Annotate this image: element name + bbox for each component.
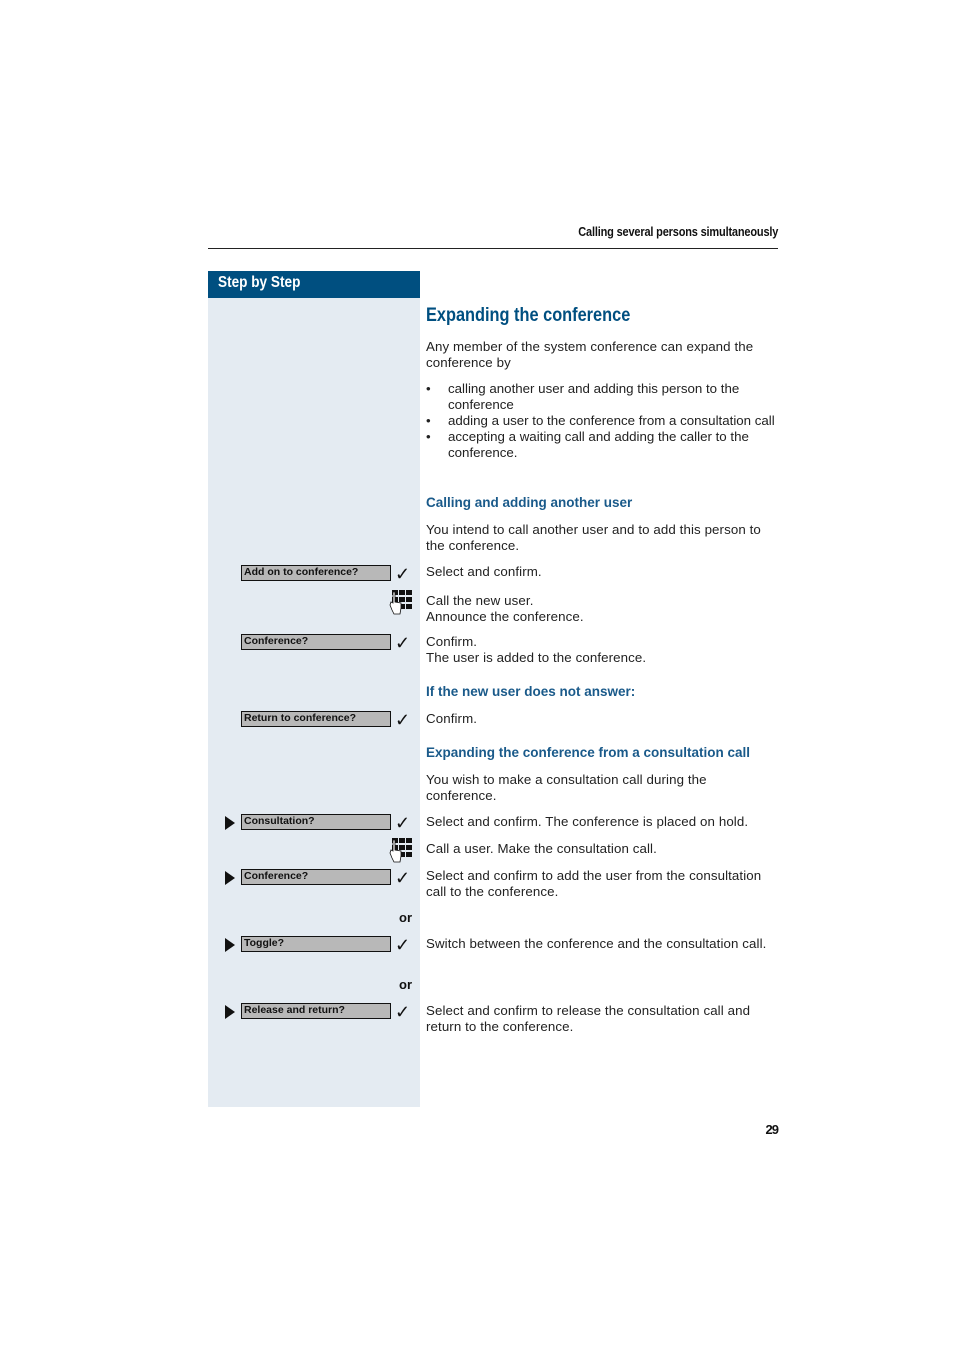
step-by-step-sidebar: Step by Step (208, 271, 420, 1107)
arrow-right-icon (225, 1005, 235, 1019)
step-text-line: Confirm. (426, 634, 478, 649)
step-text-line: The user is added to the conference. (426, 650, 647, 665)
step-text: Select and confirm. The conference is pl… (426, 814, 749, 829)
display-release-and-return[interactable]: Release and return? (241, 1003, 391, 1019)
check-icon[interactable]: ✓ (395, 634, 410, 652)
step-text: Call the new user. Announce the conferen… (426, 593, 778, 625)
check-icon[interactable]: ✓ (395, 936, 410, 954)
step-text: Select and confirm to add the user from … (426, 868, 762, 899)
arrow-right-icon (225, 938, 235, 952)
check-icon[interactable]: ✓ (395, 814, 410, 832)
bullet-item: accepting a waiting call and adding the … (426, 429, 778, 461)
display-return-to-conference[interactable]: Return to conference? (241, 711, 391, 727)
keypad-icon (389, 838, 412, 863)
section3-intro: You wish to make a consultation call dur… (426, 772, 707, 803)
step-text-line: Announce the conference. (426, 609, 584, 624)
check-icon[interactable]: ✓ (395, 869, 410, 887)
page-title: Expanding the conference (426, 305, 631, 326)
sidebar-title: Step by Step (218, 274, 301, 291)
page-number: 29 (765, 1122, 780, 1137)
display-add-on-to-conference[interactable]: Add on to conference? (241, 565, 391, 581)
section-heading-consultation: Expanding the conference from a consulta… (426, 745, 751, 760)
bullet-item: calling another user and adding this per… (426, 381, 778, 413)
display-conference[interactable]: Conference? (241, 869, 391, 885)
section-heading-calling-adding: Calling and adding another user (426, 495, 633, 510)
step-text: Select and confirm. (426, 564, 542, 579)
sidebar-header: Step by Step (208, 271, 420, 298)
keypad-icon (389, 590, 412, 615)
bullet-item: adding a user to the conference from a c… (426, 413, 778, 429)
section-heading-no-answer: If the new user does not answer: (426, 684, 636, 699)
or-label: or (399, 910, 412, 925)
running-header: Calling several persons simultaneously (578, 225, 778, 239)
display-consultation[interactable]: Consultation? (241, 814, 391, 830)
bullet-list: calling another user and adding this per… (426, 381, 778, 461)
check-icon[interactable]: ✓ (395, 565, 410, 583)
check-icon[interactable]: ✓ (395, 1003, 410, 1021)
section1-intro: You intend to call another user and to a… (426, 522, 761, 553)
arrow-right-icon (225, 816, 235, 830)
display-toggle[interactable]: Toggle? (241, 936, 391, 952)
step-text: Confirm. The user is added to the confer… (426, 634, 778, 666)
or-label: or (399, 977, 412, 992)
arrow-right-icon (225, 871, 235, 885)
step-text: Confirm. (426, 711, 478, 726)
intro-paragraph: Any member of the system conference can … (426, 339, 754, 370)
header-divider (208, 248, 778, 249)
step-text: Select and confirm to release the consul… (426, 1003, 751, 1034)
step-text-line: Call the new user. (426, 593, 534, 608)
check-icon[interactable]: ✓ (395, 711, 410, 729)
step-text: Call a user. Make the consultation call. (426, 841, 657, 856)
step-text: Switch between the conference and the co… (426, 936, 767, 951)
display-conference[interactable]: Conference? (241, 634, 391, 650)
